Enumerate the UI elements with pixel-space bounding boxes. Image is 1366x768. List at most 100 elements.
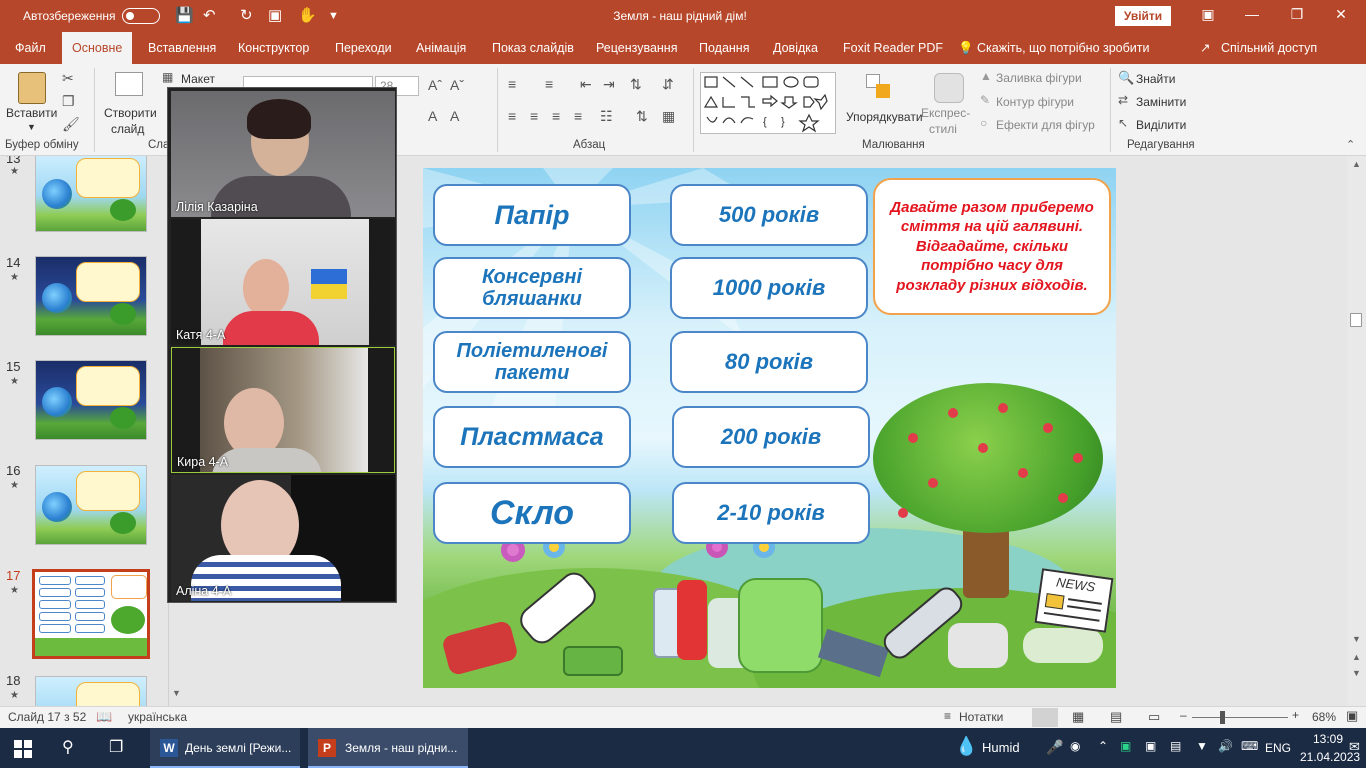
tab-insert[interactable]: Вставлення <box>148 32 216 64</box>
answer-card-200-years[interactable]: 200 років <box>672 406 870 468</box>
taskbar-app-word[interactable]: W День землі [Режи... <box>150 728 300 768</box>
decrease-font-icon[interactable]: Aˇ <box>450 77 464 93</box>
zoom-slider-thumb[interactable] <box>1220 711 1225 724</box>
tab-view[interactable]: Подання <box>699 32 749 64</box>
scroll-down-icon[interactable]: ▼ <box>1352 634 1361 644</box>
tab-slideshow[interactable]: Показ слайдів <box>492 32 574 64</box>
slide-thumbnail[interactable] <box>35 360 147 440</box>
redo-icon[interactable]: ↻ <box>240 6 253 24</box>
zoom-slider[interactable] <box>1192 717 1288 718</box>
normal-view-icon[interactable] <box>1032 708 1058 727</box>
tab-design[interactable]: Конструктор <box>238 32 309 64</box>
tab-file[interactable]: Файл <box>15 32 46 64</box>
spelling-icon[interactable]: 📖 <box>96 709 112 725</box>
paste-button[interactable]: Вставити <box>6 106 57 120</box>
tab-transitions[interactable]: Переходи <box>335 32 392 64</box>
slide-thumbnail[interactable] <box>35 156 147 232</box>
touch-mode-icon[interactable]: ✋ <box>298 6 317 24</box>
layout-button[interactable]: Макет <box>181 72 215 86</box>
zoom-level[interactable]: 68% <box>1312 710 1336 724</box>
slide-thumbnails-pane[interactable]: 13 ★ 14 ★ 15 ★ 16 ★ 17 ★ 18 ★ ▼ <box>0 156 183 706</box>
volume-icon[interactable]: 🔊 <box>1218 739 1233 753</box>
slide-thumbnail[interactable] <box>35 676 147 706</box>
clear-format-icon[interactable]: A​ <box>450 108 459 124</box>
align-center-icon[interactable]: ≡ <box>530 108 538 124</box>
weather-text[interactable]: Humid <box>982 740 1020 755</box>
participant-tile-active[interactable]: Кира 4-А <box>171 347 395 473</box>
justify-icon[interactable]: ≡ <box>574 108 582 124</box>
tab-home[interactable]: Основне <box>62 32 133 64</box>
increase-indent-icon[interactable]: ⇥ <box>603 76 615 93</box>
align-right-icon[interactable]: ≡ <box>552 108 560 124</box>
quick-styles-label[interactable]: стилі <box>929 122 957 136</box>
wifi-icon[interactable]: ▼ <box>1196 739 1208 753</box>
shape-fill-button[interactable]: Заливка фігури <box>996 71 1082 85</box>
participant-tile[interactable]: Лілія Казаріна <box>171 91 395 217</box>
bullets-icon[interactable]: ≡ <box>508 76 516 92</box>
current-slide[interactable]: NEWS Папір Консервні бляшанки Поліетилен… <box>423 168 1116 688</box>
copy-icon[interactable]: ❐ <box>62 93 75 110</box>
slide-thumbnail[interactable] <box>35 256 147 336</box>
instruction-note[interactable]: Давайте разом приберемо сміття на цій га… <box>873 178 1111 315</box>
clock-time[interactable]: 13:09 <box>1313 732 1343 746</box>
answer-card-2-10-years[interactable]: 2-10 років <box>672 482 870 544</box>
present-from-start-icon[interactable]: ▣ <box>268 6 282 24</box>
quick-styles-icon[interactable] <box>934 73 964 103</box>
align-left-icon[interactable]: ≡ <box>508 108 516 124</box>
tab-help[interactable]: Довідка <box>773 32 818 64</box>
find-button[interactable]: Знайти <box>1136 72 1175 86</box>
paste-dropdown-icon[interactable]: ▼ <box>27 122 36 132</box>
participant-tile[interactable]: Аліна 4-А <box>171 475 395 601</box>
previous-slide-icon[interactable]: ▲ <box>1352 652 1361 662</box>
shapes-gallery[interactable]: {} <box>700 72 836 134</box>
next-slide-icon[interactable]: ▼ <box>1352 668 1361 678</box>
zoom-app-icon[interactable]: ◉ <box>1070 739 1080 753</box>
show-hidden-icons[interactable]: ⌃ <box>1098 739 1108 753</box>
language-indicator[interactable]: українська <box>128 710 187 724</box>
answer-card-glass[interactable]: Скло <box>433 482 631 544</box>
microphone-icon[interactable]: 🎤 <box>1046 739 1063 756</box>
ribbon-display-options-icon[interactable]: ▣ <box>1193 6 1223 23</box>
undo-icon[interactable]: ↶ <box>203 6 216 24</box>
format-painter-icon[interactable]: 🖌 <box>62 116 80 133</box>
defender-icon[interactable]: ▣ <box>1145 739 1156 753</box>
smartart-icon[interactable]: ▦ <box>662 108 675 125</box>
decrease-indent-icon[interactable]: ⇤ <box>580 76 592 93</box>
answer-card-plastic[interactable]: Пластмаса <box>433 406 631 468</box>
zoom-in-icon[interactable]: + <box>1292 708 1299 722</box>
slide-thumbnail[interactable] <box>35 465 147 545</box>
slideshow-view-icon[interactable]: ▭ <box>1148 709 1160 725</box>
windows-start-icon[interactable] <box>14 740 32 758</box>
sign-in-button[interactable]: Увійти <box>1115 6 1171 26</box>
keyboard-icon[interactable]: ⌨ <box>1241 739 1258 753</box>
shape-outline-button[interactable]: Контур фігури <box>996 95 1074 109</box>
participant-tile[interactable]: Катя 4-А <box>171 219 395 345</box>
collapse-ribbon-icon[interactable]: ⌃ <box>1346 138 1355 151</box>
shape-effects-button[interactable]: Ефекти для фігур <box>996 118 1095 132</box>
paste-icon[interactable] <box>18 72 46 104</box>
input-language[interactable]: ENG <box>1265 741 1291 755</box>
tab-review[interactable]: Рецензування <box>596 32 677 64</box>
notification-icon[interactable]: ✉ <box>1349 739 1360 755</box>
close-icon[interactable]: ✕ <box>1326 6 1356 23</box>
new-slide-button[interactable]: Створити <box>104 106 157 120</box>
answer-card-plastic-bags[interactable]: Поліетиленові пакети <box>433 331 631 393</box>
select-button[interactable]: Виділити <box>1136 118 1186 132</box>
new-slide-icon[interactable] <box>115 72 143 96</box>
minimize-icon[interactable]: — <box>1237 6 1267 22</box>
layout-icon[interactable]: ▦ <box>162 70 173 84</box>
fit-to-window-icon[interactable]: ▣ <box>1346 708 1358 724</box>
answer-card-cans[interactable]: Консервні бляшанки <box>433 257 631 319</box>
task-view-icon[interactable]: ❐ <box>109 737 123 757</box>
tab-foxit[interactable]: Foxit Reader PDF <box>843 32 943 64</box>
reading-view-icon[interactable]: ▤ <box>1110 709 1122 725</box>
increase-font-icon[interactable]: Aˆ <box>428 77 442 93</box>
search-icon[interactable]: ⚲ <box>62 737 74 757</box>
autosave-toggle[interactable] <box>122 8 160 24</box>
numbering-icon[interactable]: ≡ <box>545 76 553 92</box>
network-icon[interactable]: ▤ <box>1170 739 1181 753</box>
answer-card-1000-years[interactable]: 1000 років <box>670 257 868 319</box>
video-call-panel[interactable]: Лілія Казаріна Катя 4-А Кира 4-А Аліна 4… <box>167 87 397 603</box>
scroll-thumb[interactable] <box>1350 313 1362 327</box>
slide-thumbnail-selected[interactable] <box>32 569 150 659</box>
